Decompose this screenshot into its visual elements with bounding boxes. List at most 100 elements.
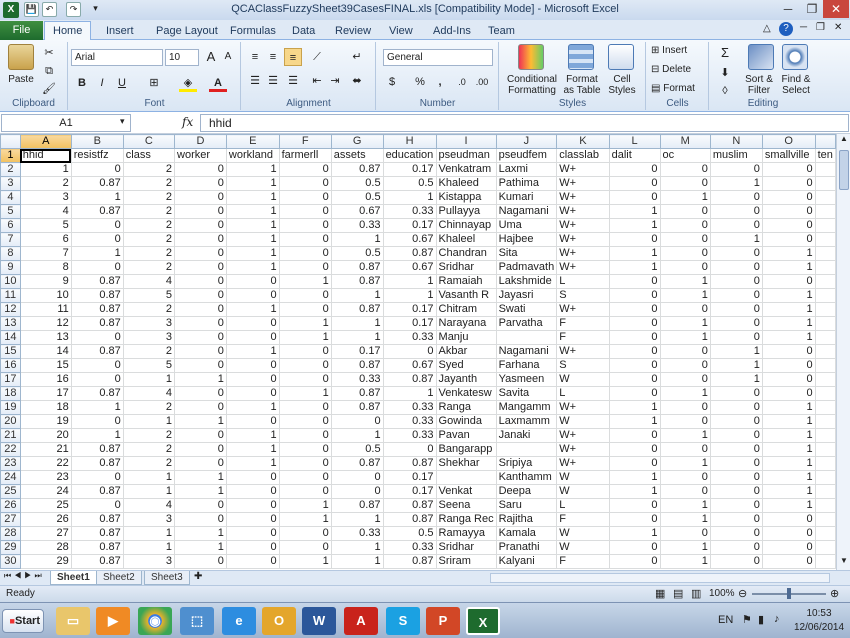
grid-cell[interactable]: W+ (556, 456, 610, 471)
grid-cell[interactable]: 0.87 (330, 498, 384, 513)
grid-cell[interactable] (814, 358, 836, 373)
grid-cell[interactable] (814, 204, 836, 219)
grid-cell[interactable]: 0.87 (382, 498, 437, 513)
grid-cell[interactable]: Ranga (435, 400, 497, 415)
ribbon-minimize-icon[interactable]: △ (763, 23, 771, 34)
tab-insert[interactable]: Insert (98, 23, 142, 40)
grid-cell[interactable]: W+ (556, 204, 610, 219)
row-header[interactable]: 15 (0, 344, 21, 359)
grid-cell[interactable]: Pavan (435, 428, 497, 443)
grid-cell[interactable]: 5 (122, 288, 176, 303)
grid-cell[interactable]: Sita (495, 246, 558, 261)
grid-cell[interactable]: Farhana (495, 358, 558, 373)
start-button[interactable]: ■Start (2, 609, 44, 633)
grid-cell[interactable]: 0.33 (382, 400, 437, 415)
grid-cell[interactable]: 1 (659, 554, 711, 569)
grid-cell[interactable]: 7 (19, 246, 72, 261)
grid-cell[interactable] (814, 526, 836, 541)
grid-cell[interactable]: 1 (225, 218, 280, 233)
tab-view[interactable]: View (381, 23, 421, 40)
sheet-tab-2[interactable]: Sheet2 (96, 571, 142, 585)
grid-cell[interactable] (814, 302, 836, 317)
grid-cell[interactable]: 0 (608, 288, 661, 303)
grid-cell[interactable]: 0.17 (382, 162, 437, 177)
column-header[interactable]: E (225, 134, 280, 149)
column-header[interactable] (814, 134, 836, 149)
skype-icon[interactable]: S (386, 607, 420, 635)
grid-cell[interactable]: 0 (761, 232, 816, 247)
header-cell[interactable]: farmerll (278, 148, 332, 163)
grid-cell[interactable]: Gowinda (435, 414, 497, 429)
grid-cell[interactable]: 0.33 (382, 414, 437, 429)
sort-filter-icon[interactable] (748, 44, 774, 70)
grid-cell[interactable]: 1 (659, 288, 711, 303)
grid-cell[interactable]: 14 (19, 344, 72, 359)
grid-cell[interactable]: Saru (495, 498, 558, 513)
grid-cell[interactable]: 0 (278, 232, 332, 247)
grid-cell[interactable]: Sripiya (495, 456, 558, 471)
grid-cell[interactable]: 1 (122, 414, 176, 429)
tray-flag-icon[interactable]: ⚑ (742, 613, 752, 626)
grid-cell[interactable]: 0 (709, 498, 763, 513)
grid-cell[interactable]: 1 (70, 190, 124, 205)
grid-cell[interactable]: Venkatesw (435, 386, 497, 401)
grid-cell[interactable]: 8 (19, 260, 72, 275)
grid-cell[interactable]: F (556, 554, 610, 569)
grid-cell[interactable]: 0 (709, 526, 763, 541)
grid-cell[interactable]: 1 (761, 484, 816, 499)
grid-cell[interactable]: 2 (122, 246, 176, 261)
row-header[interactable]: 26 (0, 498, 21, 513)
grid-cell[interactable]: 0.87 (70, 484, 124, 499)
tab-team[interactable]: Team (480, 23, 523, 40)
formula-input[interactable]: hhid (200, 114, 849, 132)
grid-cell[interactable]: 1 (174, 484, 227, 499)
grid-cell[interactable] (814, 246, 836, 261)
clock-date[interactable]: 12/06/2014 (790, 622, 848, 633)
autosum-button[interactable]: Σ (716, 44, 734, 62)
grid-cell[interactable]: 0 (278, 358, 332, 373)
grid-cell[interactable]: 1 (608, 470, 661, 485)
grid-cell[interactable]: 1 (709, 344, 763, 359)
grid-cell[interactable]: Laxmi (495, 162, 558, 177)
grid-cell[interactable]: Nagamani (495, 344, 558, 359)
paste-button[interactable]: Paste (4, 74, 38, 85)
header-cell[interactable]: classlab (556, 148, 610, 163)
copy-icon[interactable]: ⧉ (40, 62, 58, 80)
grid-cell[interactable] (814, 484, 836, 499)
row-header[interactable]: 6 (0, 218, 21, 233)
grid-cell[interactable]: 0 (174, 176, 227, 191)
grid-cell[interactable]: 0 (70, 260, 124, 275)
workbook-close-button[interactable]: ✕ (834, 22, 842, 33)
grid-cell[interactable]: 0 (278, 162, 332, 177)
grid-cell[interactable]: 0.17 (330, 344, 384, 359)
grid-cell[interactable] (814, 456, 836, 471)
grid-cell[interactable]: W+ (556, 218, 610, 233)
grid-cell[interactable]: 1 (225, 176, 280, 191)
grid-cell[interactable]: 0 (225, 484, 280, 499)
grid-cell[interactable]: 29 (19, 554, 72, 569)
row-header[interactable]: 30 (0, 554, 21, 569)
grid-cell[interactable]: 0 (278, 470, 332, 485)
find-select-button[interactable]: Find & Select (778, 74, 814, 96)
grid-cell[interactable]: 0.33 (382, 330, 437, 345)
page-layout-view-icon[interactable]: ▤ (673, 587, 683, 600)
grid-cell[interactable]: 0 (174, 400, 227, 415)
tab-data[interactable]: Data (284, 23, 323, 40)
column-header[interactable]: D (174, 134, 227, 149)
font-size-select[interactable]: 10 (165, 49, 199, 66)
grid-cell[interactable]: 0.17 (382, 470, 437, 485)
grid-cell[interactable]: 0 (608, 428, 661, 443)
grid-cell[interactable]: Pathima (495, 176, 558, 191)
column-header[interactable]: I (435, 134, 497, 149)
grid-cell[interactable]: 1 (330, 316, 384, 331)
workbook-minimize-button[interactable]: ─ (800, 22, 807, 33)
grid-cell[interactable]: 1 (608, 260, 661, 275)
grid-cell[interactable] (814, 274, 836, 289)
grid-cell[interactable]: 0 (659, 218, 711, 233)
grid-cell[interactable]: 3 (122, 554, 176, 569)
grid-cell[interactable]: 0 (225, 274, 280, 289)
grid-cell[interactable]: 0 (225, 512, 280, 527)
column-header[interactable]: O (761, 134, 816, 149)
grid-cell[interactable]: Mangamm (495, 400, 558, 415)
grid-cell[interactable]: 0 (174, 274, 227, 289)
